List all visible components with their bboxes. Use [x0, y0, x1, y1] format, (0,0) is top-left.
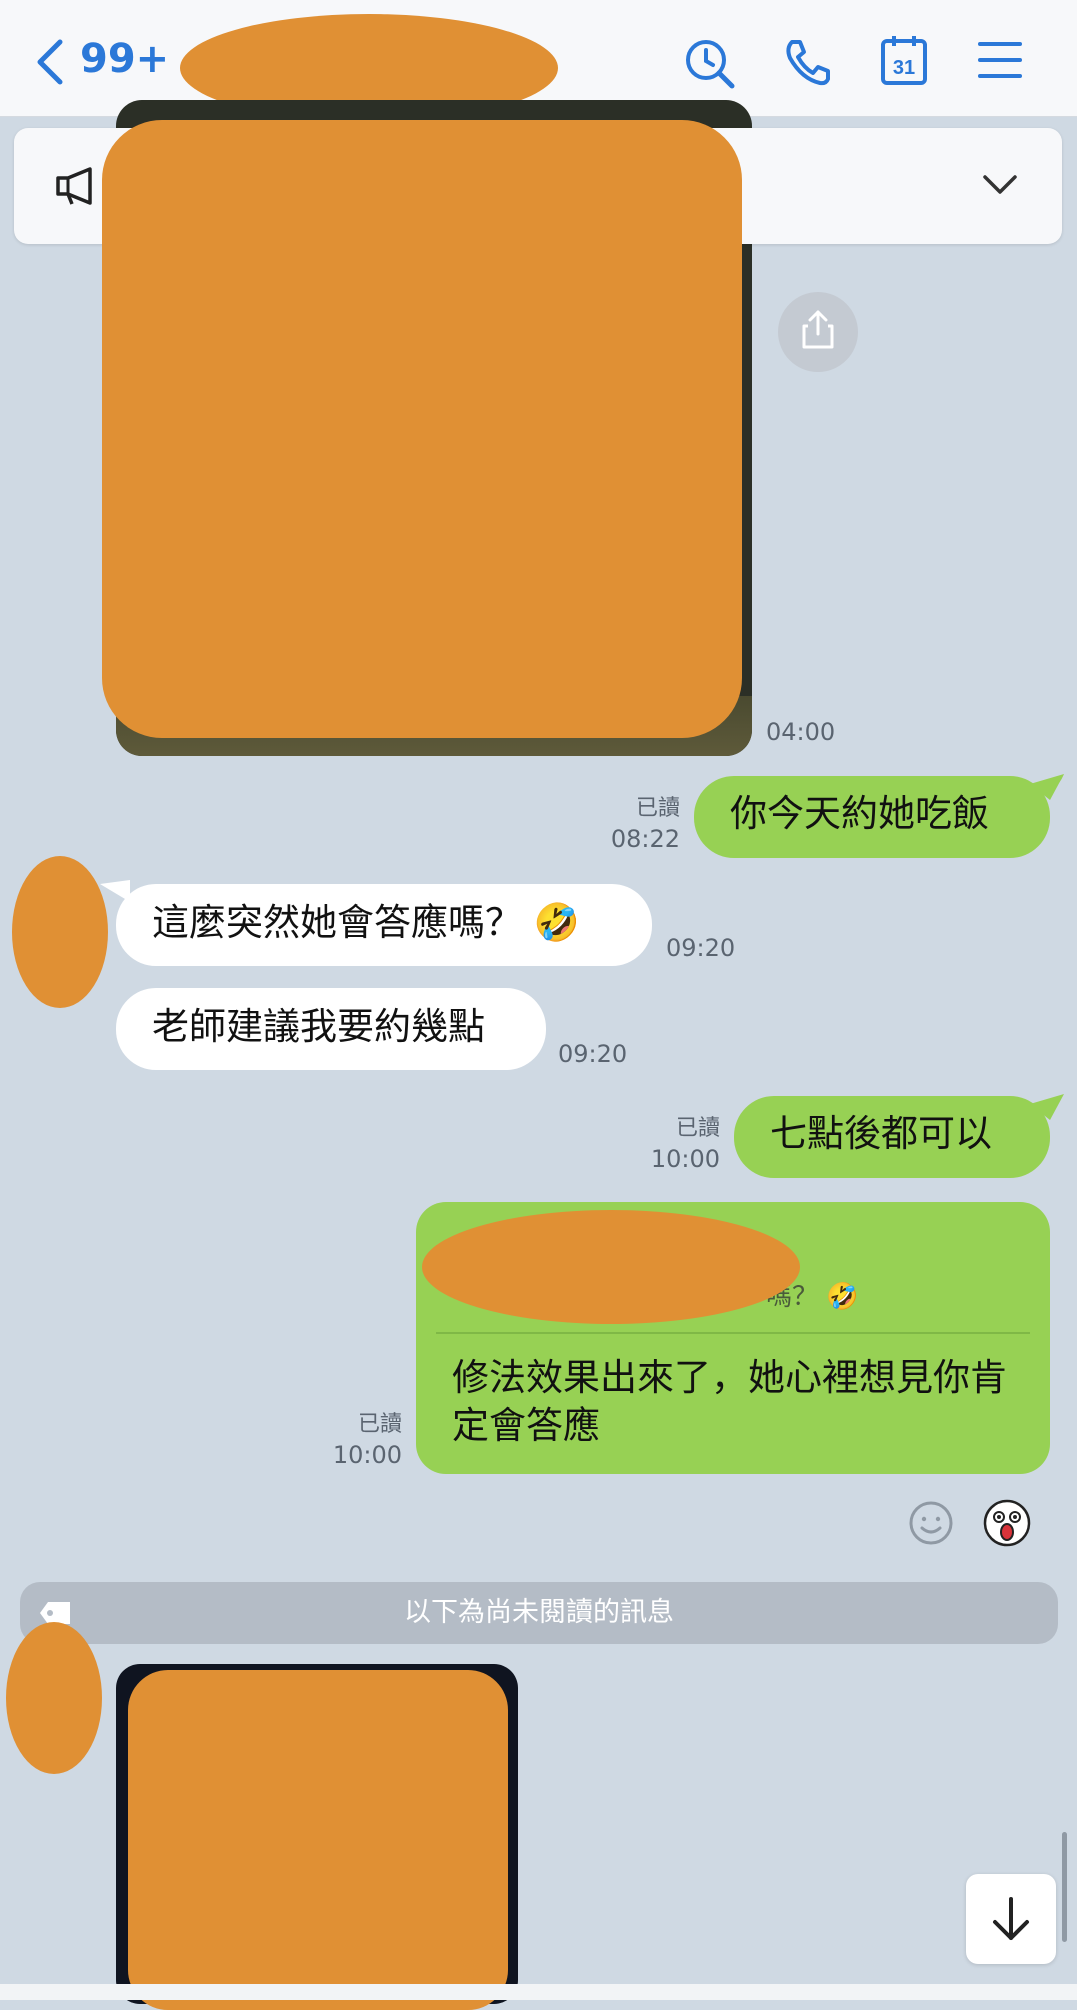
message-text: 這麼突然她會答應嗎？ 🤣	[152, 901, 580, 944]
chevron-down-icon[interactable]	[982, 174, 1018, 196]
read-receipt: 已讀 10:00	[322, 1410, 402, 1470]
their-message-bubble[interactable]: 老師建議我要約幾點	[116, 988, 546, 1070]
message-text: 修法效果出來了，她心裡想見你肯定會答應	[452, 1356, 1007, 1447]
message-text: 老師建議我要約幾點	[152, 1005, 485, 1048]
avatar[interactable]	[6, 1622, 102, 1774]
message-time: 09:20	[558, 1040, 628, 1068]
read-receipt: 已讀 10:00	[640, 1114, 720, 1174]
unread-count[interactable]: 99+	[80, 36, 169, 82]
arrow-down-icon	[993, 1897, 1029, 1940]
my-message-bubble[interactable]: 七點後都可以	[734, 1096, 1050, 1178]
image-redaction	[128, 1670, 508, 2010]
read-label: 已讀	[635, 796, 680, 821]
my-message-bubble[interactable]: 你今天約她吃飯	[694, 776, 1050, 858]
photo-redaction	[102, 120, 742, 738]
read-receipt: 已讀 08:22	[600, 794, 680, 854]
quote-divider	[436, 1332, 1030, 1334]
back-chevron-icon[interactable]	[34, 38, 66, 86]
message-text: 你今天約她吃飯	[730, 792, 989, 835]
phone-icon[interactable]	[782, 36, 834, 88]
calendar-icon[interactable]: 31	[880, 34, 928, 86]
message-time: 10:00	[332, 1441, 402, 1469]
unread-divider: 以下為尚未閱讀的訊息	[20, 1582, 1058, 1644]
message-time: 04:00	[766, 718, 836, 746]
add-reaction-icon[interactable]	[908, 1500, 954, 1546]
unread-divider-label: 以下為尚未閱讀的訊息	[404, 1597, 674, 1628]
surprised-reaction-icon[interactable]	[982, 1498, 1032, 1548]
calendar-day: 31	[893, 57, 915, 79]
share-button[interactable]	[778, 292, 858, 372]
scrollbar[interactable]	[1062, 1832, 1067, 1942]
message-time: 09:20	[666, 934, 736, 962]
share-icon	[802, 310, 834, 349]
avatar[interactable]	[12, 856, 108, 1008]
megaphone-icon	[56, 167, 92, 205]
search-icon[interactable]	[682, 36, 738, 92]
read-label: 已讀	[675, 1116, 720, 1141]
quoted-sender-redaction	[422, 1210, 800, 1324]
read-label: 已讀	[357, 1412, 402, 1437]
message-time: 10:00	[650, 1145, 720, 1173]
input-area-edge	[0, 1984, 1077, 2000]
scroll-to-bottom-button[interactable]	[966, 1874, 1056, 1964]
message-text: 七點後都可以	[770, 1112, 992, 1155]
menu-icon[interactable]	[978, 40, 1022, 80]
message-time: 08:22	[610, 825, 680, 853]
their-message-bubble[interactable]: 這麼突然她會答應嗎？ 🤣	[116, 884, 652, 966]
